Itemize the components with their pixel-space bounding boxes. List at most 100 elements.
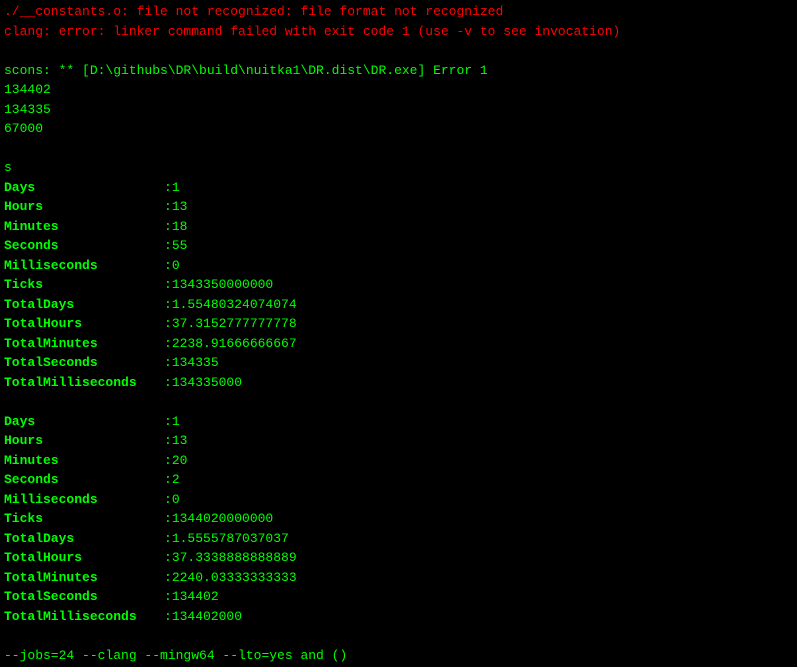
row-colon: : — [164, 217, 172, 237]
row-value: 134335 — [172, 353, 219, 373]
row-colon: : — [164, 334, 172, 354]
row-value: 134335000 — [172, 373, 242, 393]
table-row: TotalMinutes: 2240.03333333333 — [4, 568, 793, 588]
row-label: Days — [4, 412, 164, 432]
table-row: Ticks: 1344020000000 — [4, 509, 793, 529]
blank-1 — [4, 41, 793, 61]
row-value: 134402 — [172, 587, 219, 607]
row-value: 1.55480324074074 — [172, 295, 297, 315]
row-colon: : — [164, 275, 172, 295]
num-134335: 134335 — [4, 100, 793, 120]
row-label: Minutes — [4, 217, 164, 237]
row-label: TotalMilliseconds — [4, 607, 164, 627]
row-value: 1.5555787037037 — [172, 529, 289, 549]
table-row: Hours: 13 — [4, 431, 793, 451]
row-colon: : — [164, 529, 172, 549]
row-label: TotalMilliseconds — [4, 373, 164, 393]
row-colon: : — [164, 587, 172, 607]
table-row: Hours: 13 — [4, 197, 793, 217]
row-label: Milliseconds — [4, 256, 164, 276]
row-value: 1343350000000 — [172, 275, 273, 295]
row-colon: : — [164, 509, 172, 529]
table-row: TotalSeconds: 134402 — [4, 587, 793, 607]
row-colon: : — [164, 548, 172, 568]
row-colon: : — [164, 451, 172, 471]
table-row: Seconds: 2 — [4, 470, 793, 490]
row-colon: : — [164, 568, 172, 588]
row-colon: : — [164, 178, 172, 198]
row-label: TotalHours — [4, 548, 164, 568]
row-value: 20 — [172, 451, 188, 471]
row-value: 13 — [172, 431, 188, 451]
row-label: TotalDays — [4, 529, 164, 549]
row-value: 18 — [172, 217, 188, 237]
row-colon: : — [164, 431, 172, 451]
row-label: Seconds — [4, 470, 164, 490]
table-row: Minutes: 18 — [4, 217, 793, 237]
row-label: TotalSeconds — [4, 353, 164, 373]
row-label: Minutes — [4, 451, 164, 471]
row-colon: : — [164, 295, 172, 315]
row-value: 1 — [172, 178, 180, 198]
row-colon: : — [164, 490, 172, 510]
row-value: 0 — [172, 256, 180, 276]
table-row: Milliseconds: 0 — [4, 490, 793, 510]
data-block-2: Days: 1Hours: 13Minutes: 20Seconds: 2Mil… — [4, 412, 793, 627]
row-value: 2238.91666666667 — [172, 334, 297, 354]
row-colon: : — [164, 197, 172, 217]
row-colon: : — [164, 607, 172, 627]
blank-2 — [4, 139, 793, 159]
scons-line: scons: ** [D:\githubs\DR\build\nuitka1\D… — [4, 61, 793, 81]
row-label: TotalSeconds — [4, 587, 164, 607]
row-value: 0 — [172, 490, 180, 510]
table-row: Minutes: 20 — [4, 451, 793, 471]
row-value: 13 — [172, 197, 188, 217]
row-colon: : — [164, 353, 172, 373]
row-label: Days — [4, 178, 164, 198]
num-134402: 134402 — [4, 80, 793, 100]
table-row: Days: 1 — [4, 412, 793, 432]
num-67000: 67000 — [4, 119, 793, 139]
row-value: 2 — [172, 470, 180, 490]
row-label: TotalMinutes — [4, 568, 164, 588]
row-value: 134402000 — [172, 607, 242, 627]
row-label: TotalMinutes — [4, 334, 164, 354]
table-row: TotalDays: 1.55480324074074 — [4, 295, 793, 315]
row-value: 37.3152777777778 — [172, 314, 297, 334]
table-row: TotalMilliseconds: 134402000 — [4, 607, 793, 627]
data-block-1: Days: 1Hours: 13Minutes: 18Seconds: 55Mi… — [4, 178, 793, 393]
s-line: s — [4, 158, 793, 178]
row-value: 1344020000000 — [172, 509, 273, 529]
row-colon: : — [164, 470, 172, 490]
table-row: Seconds: 55 — [4, 236, 793, 256]
footer-line: --jobs=24 --clang --mingw64 --lto=yes an… — [4, 646, 793, 666]
table-row: TotalHours: 37.3152777777778 — [4, 314, 793, 334]
row-colon: : — [164, 373, 172, 393]
row-label: Milliseconds — [4, 490, 164, 510]
table-row: Milliseconds: 0 — [4, 256, 793, 276]
table-row: TotalSeconds: 134335 — [4, 353, 793, 373]
row-colon: : — [164, 236, 172, 256]
terminal: ./__constants.o: file not recognized: fi… — [0, 0, 797, 667]
row-label: Hours — [4, 197, 164, 217]
error-line-1: ./__constants.o: file not recognized: fi… — [4, 2, 793, 22]
table-row: Ticks: 1343350000000 — [4, 275, 793, 295]
row-value: 37.3338888888889 — [172, 548, 297, 568]
table-row: TotalDays: 1.5555787037037 — [4, 529, 793, 549]
row-value: 2240.03333333333 — [172, 568, 297, 588]
row-label: Seconds — [4, 236, 164, 256]
row-value: 55 — [172, 236, 188, 256]
row-label: TotalDays — [4, 295, 164, 315]
row-value: 1 — [172, 412, 180, 432]
blank-3 — [4, 392, 793, 412]
row-colon: : — [164, 256, 172, 276]
row-colon: : — [164, 412, 172, 432]
table-row: TotalMinutes: 2238.91666666667 — [4, 334, 793, 354]
row-label: Hours — [4, 431, 164, 451]
table-row: Days: 1 — [4, 178, 793, 198]
row-label: Ticks — [4, 275, 164, 295]
error-line-2: clang: error: linker command failed with… — [4, 22, 793, 42]
row-colon: : — [164, 314, 172, 334]
table-row: TotalHours: 37.3338888888889 — [4, 548, 793, 568]
table-row: TotalMilliseconds: 134335000 — [4, 373, 793, 393]
